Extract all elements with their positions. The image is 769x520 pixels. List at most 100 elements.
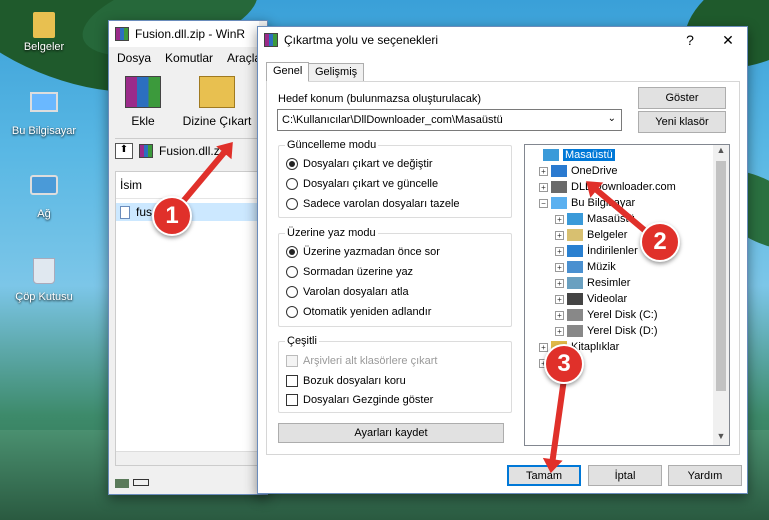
- new-folder-button[interactable]: Yeni klasör: [638, 111, 726, 133]
- add-button[interactable]: Ekle: [121, 76, 165, 128]
- tree-item[interactable]: + Videolar: [555, 293, 627, 305]
- tree-item[interactable]: + DLL Downloader.com: [539, 181, 676, 193]
- menu-item-commands[interactable]: Komutlar: [165, 51, 213, 65]
- expand-toggle-icon[interactable]: +: [555, 230, 564, 240]
- winrar-icon: [264, 33, 278, 47]
- radio-button[interactable]: [286, 266, 298, 278]
- radio-button[interactable]: [286, 178, 298, 190]
- tree-item[interactable]: + Resimler: [555, 277, 630, 289]
- menu-item-tools[interactable]: Araçla: [227, 51, 261, 65]
- checkbox[interactable]: [286, 394, 298, 406]
- annotation-badge-3: 3: [544, 344, 584, 384]
- expand-toggle-icon[interactable]: +: [555, 310, 564, 320]
- chevron-down-icon[interactable]: ⌄: [608, 113, 616, 124]
- tree-item-label: Videolar: [587, 293, 628, 305]
- desktop-icon-documents[interactable]: Belgeler: [9, 12, 79, 53]
- tree-item-label: Yerel Disk (C:): [587, 309, 658, 321]
- tab-advanced[interactable]: Gelişmiş: [308, 63, 365, 82]
- tree-item[interactable]: +Masaüstü: [531, 149, 615, 161]
- tree-item[interactable]: + Müzik: [555, 261, 616, 273]
- dialog-titlebar[interactable]: Çıkartma yolu ve seçenekleri ? ✕: [258, 27, 747, 53]
- misc-option-show-in-explorer[interactable]: Dosyaları Gezginde göster: [286, 394, 433, 406]
- destination-path-value: C:\Kullanıcılar\DllDownloader_com\Masaüs…: [282, 114, 503, 126]
- checkbox[interactable]: [286, 375, 298, 387]
- desktop-icon-label: Çöp Kutusu: [15, 291, 73, 303]
- scroll-down-arrow[interactable]: ▼: [713, 431, 729, 445]
- overwrite-option-ask[interactable]: Üzerine yazmadan önce sor: [286, 246, 440, 258]
- tree-item-label: İndirilenler: [587, 245, 638, 257]
- file-icon: [120, 205, 130, 219]
- radio-button[interactable]: [286, 246, 298, 258]
- radio-button[interactable]: [286, 158, 298, 170]
- radio-button[interactable]: [286, 286, 298, 298]
- tree-item[interactable]: + Belgeler: [555, 229, 627, 241]
- overwrite-option-without-prompt[interactable]: Sormadan üzerine yaz: [286, 266, 413, 278]
- drive-icon: [567, 309, 583, 321]
- expand-toggle-icon[interactable]: −: [539, 198, 548, 208]
- update-option-update[interactable]: Dosyaları çıkart ve güncelle: [286, 178, 438, 190]
- show-button[interactable]: Göster: [638, 87, 726, 109]
- expand-toggle-icon[interactable]: +: [555, 214, 564, 224]
- desktop-icon-network[interactable]: Ağ: [9, 175, 79, 220]
- winrar-window[interactable]: Fusion.dll.zip - WinR Dosya Komutlar Ara…: [108, 20, 268, 495]
- extract-dialog[interactable]: Çıkartma yolu ve seçenekleri ? ✕ Genel G…: [257, 26, 748, 494]
- option-label: Dosyaları Gezginde göster: [303, 394, 434, 406]
- update-option-freshen[interactable]: Sadece varolan dosyaları tazele: [286, 198, 460, 210]
- tree-item[interactable]: + İndirilenler: [555, 245, 638, 257]
- music-icon: [567, 261, 583, 273]
- group-label: Güncelleme modu: [285, 139, 379, 151]
- expand-toggle-icon[interactable]: +: [555, 278, 564, 288]
- option-label: Arşivleri alt klasörlere çıkart: [303, 355, 438, 367]
- tree-item[interactable]: + OneDrive: [539, 165, 617, 177]
- folder-tree[interactable]: +Masaüstü+OneDrive+DLL Downloader.com−Bu…: [524, 144, 730, 446]
- option-label: Sadece varolan dosyaları tazele: [303, 198, 460, 210]
- desktop-icon-recycle-bin[interactable]: Çöp Kutusu: [9, 258, 79, 303]
- option-label: Dosyaları çıkart ve değiştir: [303, 158, 433, 170]
- misc-option-keep-broken[interactable]: Bozuk dosyaları koru: [286, 375, 406, 387]
- archive-icon: [139, 143, 153, 158]
- expand-toggle-icon[interactable]: +: [555, 294, 564, 304]
- group-label: Çeşitli: [285, 335, 319, 347]
- tree-item[interactable]: + Yerel Disk (C:): [555, 309, 658, 321]
- up-folder-icon[interactable]: ⬆: [115, 142, 133, 159]
- overwrite-option-skip[interactable]: Varolan dosyaları atla: [286, 286, 409, 298]
- tree-item-label: Masaüstü: [563, 149, 615, 161]
- expand-toggle-icon[interactable]: +: [539, 342, 548, 352]
- option-label: Otomatik yeniden adlandır: [303, 306, 432, 318]
- extract-folder-icon: [199, 76, 235, 108]
- tab-general[interactable]: Genel: [266, 62, 310, 82]
- update-option-replace[interactable]: Dosyaları çıkart ve değiştir: [286, 158, 433, 170]
- expand-toggle-icon[interactable]: +: [555, 326, 564, 336]
- group-label: Üzerine yaz modu: [285, 227, 378, 239]
- desktop-icon: [543, 149, 559, 161]
- menu-item-file[interactable]: Dosya: [117, 51, 151, 65]
- horizontal-scrollbar[interactable]: [116, 451, 266, 465]
- extract-to-button[interactable]: Dizine Çıkart: [177, 76, 257, 128]
- tree-item[interactable]: + Yerel Disk (D:): [555, 325, 658, 337]
- winrar-icon: [115, 27, 129, 41]
- expand-toggle-icon[interactable]: +: [539, 182, 548, 192]
- expand-toggle-icon[interactable]: +: [539, 166, 548, 176]
- desktop-icon-label: Belgeler: [23, 41, 65, 53]
- scroll-thumb[interactable]: [716, 161, 726, 391]
- cancel-button[interactable]: İptal: [588, 465, 662, 486]
- help-text-button[interactable]: Yardım: [668, 465, 742, 486]
- destination-path-combo[interactable]: C:\Kullanıcılar\DllDownloader_com\Masaüs…: [277, 109, 622, 131]
- option-label: Bozuk dosyaları koru: [303, 375, 406, 387]
- close-button[interactable]: ✕: [709, 27, 747, 53]
- radio-button[interactable]: [286, 306, 298, 318]
- radio-button[interactable]: [286, 198, 298, 210]
- desktop-icon-this-pc[interactable]: Bu Bilgisayar: [9, 92, 79, 137]
- help-button[interactable]: ?: [671, 27, 709, 53]
- destination-label: Hedef konum (bulunmazsa oluşturulacak): [278, 93, 481, 105]
- scroll-up-arrow[interactable]: ▲: [713, 145, 729, 159]
- vertical-scrollbar[interactable]: ▲ ▼: [713, 145, 729, 445]
- expand-toggle-icon[interactable]: +: [555, 246, 564, 256]
- tree-item-label: Belgeler: [587, 229, 628, 241]
- dialog-title: Çıkartma yolu ve seçenekleri: [284, 33, 439, 47]
- overwrite-option-rename[interactable]: Otomatik yeniden adlandır: [286, 306, 431, 318]
- folder-icon: [33, 12, 55, 38]
- winrar-titlebar[interactable]: Fusion.dll.zip - WinR: [109, 21, 259, 47]
- save-settings-button[interactable]: Ayarları kaydet: [278, 423, 504, 443]
- expand-toggle-icon[interactable]: +: [555, 262, 564, 272]
